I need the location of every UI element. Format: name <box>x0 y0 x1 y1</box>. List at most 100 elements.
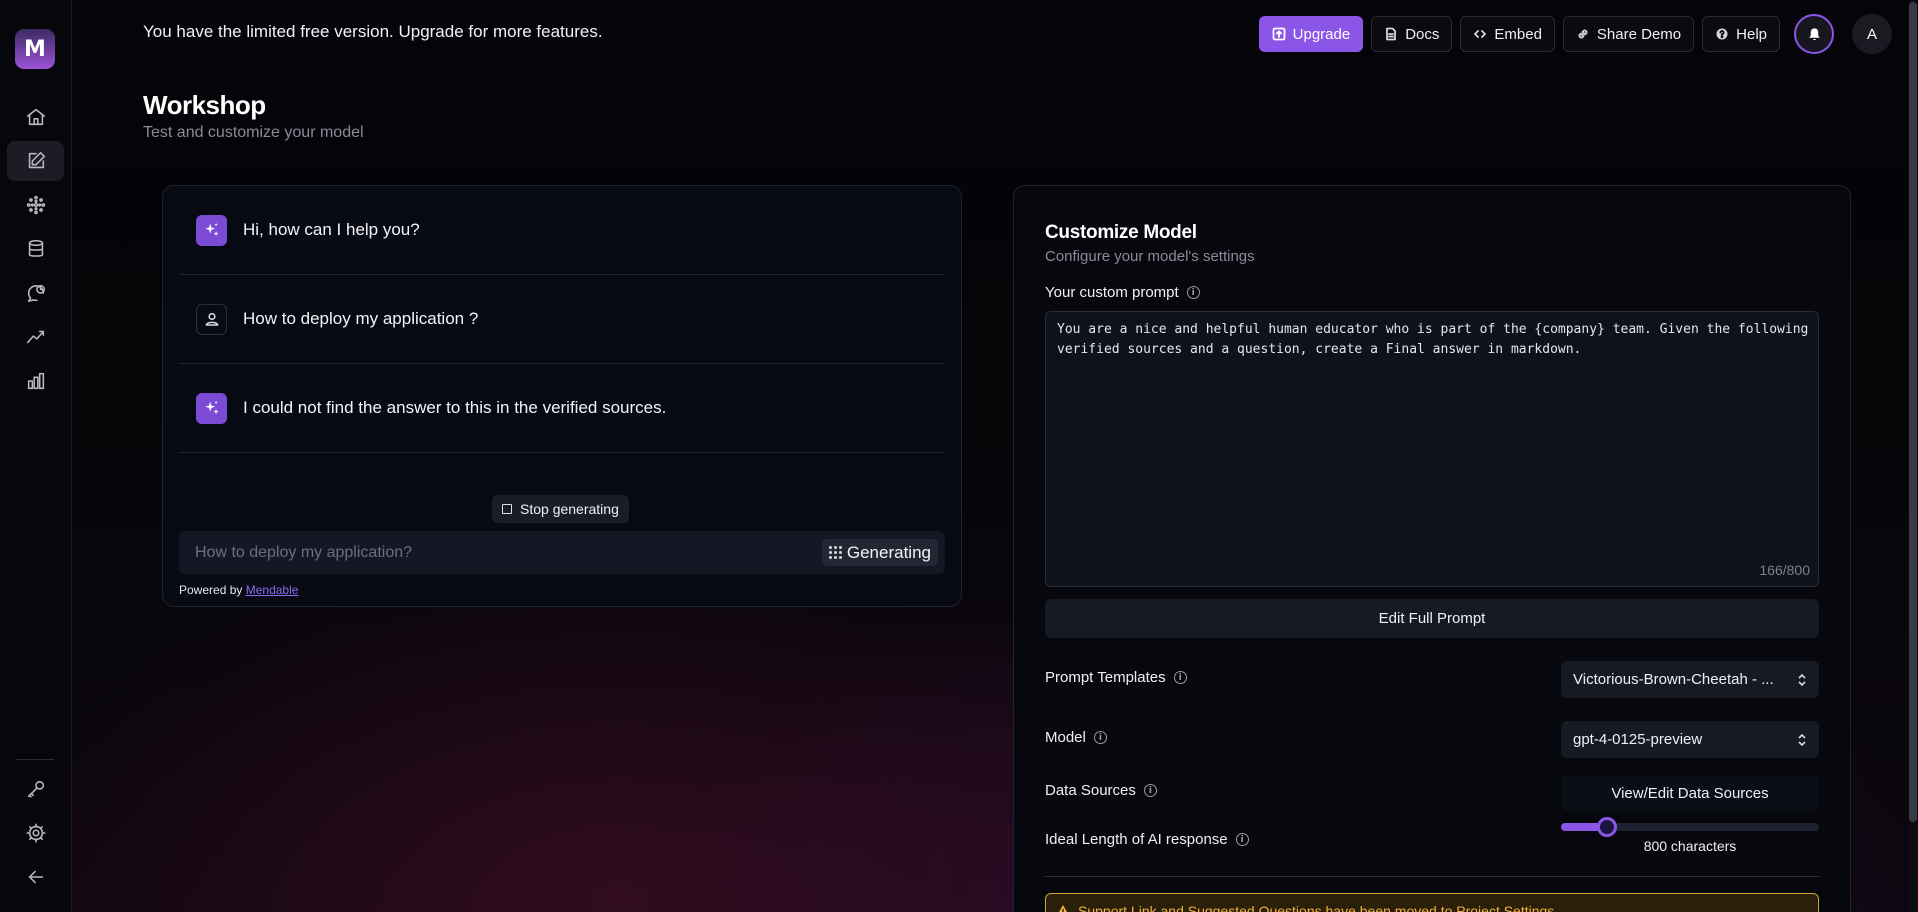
prompt-template-select[interactable]: Victorious-Brown-Cheetah - ... <box>1561 661 1819 698</box>
sidebar-divider <box>16 759 54 760</box>
bell-icon <box>1808 27 1820 40</box>
powered-by-text: Powered by <box>179 583 243 597</box>
user-icon <box>205 312 218 326</box>
assistant-avatar <box>196 392 227 424</box>
sidebar-item-analytics[interactable] <box>7 361 64 401</box>
avatar[interactable]: A <box>1852 14 1892 54</box>
trend-line-icon <box>26 330 44 344</box>
user-avatar <box>196 303 227 335</box>
custom-prompt-box: 166/800 <box>1045 311 1819 587</box>
ideal-length-label: Ideal Length of AI response i <box>1045 831 1249 848</box>
model-select[interactable]: gpt-4-0125-preview <box>1561 721 1819 758</box>
gear-icon <box>26 823 45 843</box>
generating-button[interactable]: Generating <box>821 539 938 566</box>
sidebar-item-home[interactable] <box>7 97 64 137</box>
page-subtitle: Test and customize your model <box>143 124 364 141</box>
stop-generating-label: Stop generating <box>520 501 619 517</box>
view-edit-data-sources-button[interactable]: View/Edit Data Sources <box>1561 776 1819 811</box>
prompt-templates-label-text: Prompt Templates <box>1045 669 1166 686</box>
chat-message: Hi, how can I help you? <box>179 186 945 275</box>
avatar-initial: A <box>1866 25 1877 43</box>
help-button[interactable]: Help <box>1702 16 1780 52</box>
chat-message: How to deploy my application ? <box>179 275 945 364</box>
ideal-length-slider[interactable] <box>1561 817 1819 837</box>
data-sources-label-text: Data Sources <box>1045 782 1136 799</box>
prompt-templates-label: Prompt Templates i <box>1045 669 1187 686</box>
key-icon <box>27 780 44 798</box>
arrow-left-icon <box>28 870 43 884</box>
document-icon <box>1386 27 1397 41</box>
sidebar-item-conversations[interactable] <box>7 273 64 313</box>
upgrade-icon <box>1272 27 1286 41</box>
ideal-length-value: 800 characters <box>1643 838 1737 854</box>
data-sources-label: Data Sources i <box>1045 782 1157 799</box>
message-text: Hi, how can I help you? <box>243 220 420 239</box>
sidebar-item-models[interactable] <box>7 185 64 225</box>
free-version-banner: You have the limited free version. Upgra… <box>143 22 603 41</box>
scrollbar-thumb[interactable] <box>1909 2 1917 822</box>
divider <box>1045 876 1819 877</box>
info-icon[interactable]: i <box>1173 671 1187 684</box>
chat-clock-icon <box>27 284 45 303</box>
mendable-link[interactable]: Mendable <box>246 583 299 597</box>
loading-dots-icon <box>828 546 842 559</box>
sidebar-item-insights[interactable] <box>7 317 64 357</box>
slider-thumb[interactable] <box>1597 817 1618 837</box>
sidebar-item-data[interactable] <box>7 229 64 269</box>
sparkles-icon <box>204 400 219 415</box>
upgrade-button[interactable]: Upgrade <box>1258 16 1364 52</box>
chat-message: I could not find the answer to this in t… <box>179 364 945 453</box>
info-icon[interactable]: i <box>1093 731 1107 744</box>
pencil-square-icon <box>28 151 45 169</box>
stop-icon <box>502 504 512 514</box>
notifications-button[interactable] <box>1794 14 1834 54</box>
edit-full-prompt-button[interactable]: Edit Full Prompt <box>1045 599 1819 638</box>
help-label: Help <box>1736 25 1767 43</box>
share-demo-label: Share Demo <box>1596 25 1682 43</box>
sparkles-icon <box>204 222 219 237</box>
message-text: How to deploy my application ? <box>243 309 479 328</box>
embed-button[interactable]: Embed <box>1460 16 1555 52</box>
warning-icon <box>1059 905 1067 912</box>
help-icon <box>1716 28 1728 40</box>
sidebar-item-settings[interactable] <box>7 813 64 853</box>
customize-subtitle: Configure your model's settings <box>1045 248 1255 265</box>
custom-prompt-label-text: Your custom prompt <box>1045 284 1179 301</box>
chevron-up-down-icon <box>1798 733 1806 746</box>
chat-input-bar: Generating <box>179 531 945 574</box>
app-logo[interactable]: M <box>15 29 55 69</box>
prompt-template-value: Victorious-Brown-Cheetah - ... <box>1573 671 1774 688</box>
model-label: Model i <box>1045 729 1107 746</box>
custom-prompt-textarea[interactable] <box>1057 320 1809 550</box>
share-demo-button[interactable]: Share Demo <box>1562 16 1695 52</box>
top-actions: Upgrade Docs Embed Share Demo Help A <box>1258 14 1892 54</box>
page-scrollbar[interactable] <box>1908 0 1918 912</box>
chevron-up-down-icon <box>1798 673 1806 686</box>
database-icon <box>28 239 43 257</box>
sidebar-item-workshop[interactable] <box>7 141 64 181</box>
model-label-text: Model <box>1045 729 1086 746</box>
link-icon <box>1578 29 1588 39</box>
bar-chart-icon <box>27 372 44 390</box>
sparkle-dots-icon <box>26 195 45 215</box>
chat-preview-card: Hi, how can I help you? How to deploy my… <box>162 185 962 607</box>
info-icon[interactable]: i <box>1143 784 1157 797</box>
ideal-length-label-text: Ideal Length of AI response <box>1045 831 1228 848</box>
embed-label: Embed <box>1494 25 1542 43</box>
sidebar: M <box>0 0 72 912</box>
prompt-char-count: 166/800 <box>1759 562 1810 578</box>
info-icon[interactable]: i <box>1235 833 1249 846</box>
sidebar-item-api-keys[interactable] <box>7 769 64 809</box>
warning-text: Support Link and Suggested Questions hav… <box>1078 903 1555 912</box>
powered-by: Powered by Mendable <box>179 583 298 597</box>
sidebar-item-back[interactable] <box>7 857 64 897</box>
message-text: I could not find the answer to this in t… <box>243 398 667 417</box>
custom-prompt-label: Your custom prompt i <box>1045 284 1200 301</box>
assistant-avatar <box>196 214 227 246</box>
upgrade-label: Upgrade <box>1292 25 1351 43</box>
docs-button[interactable]: Docs <box>1371 16 1453 52</box>
settings-moved-warning: Support Link and Suggested Questions hav… <box>1045 893 1819 912</box>
stop-generating-button[interactable]: Stop generating <box>492 495 629 523</box>
info-icon[interactable]: i <box>1186 286 1200 299</box>
code-icon <box>1474 30 1487 38</box>
